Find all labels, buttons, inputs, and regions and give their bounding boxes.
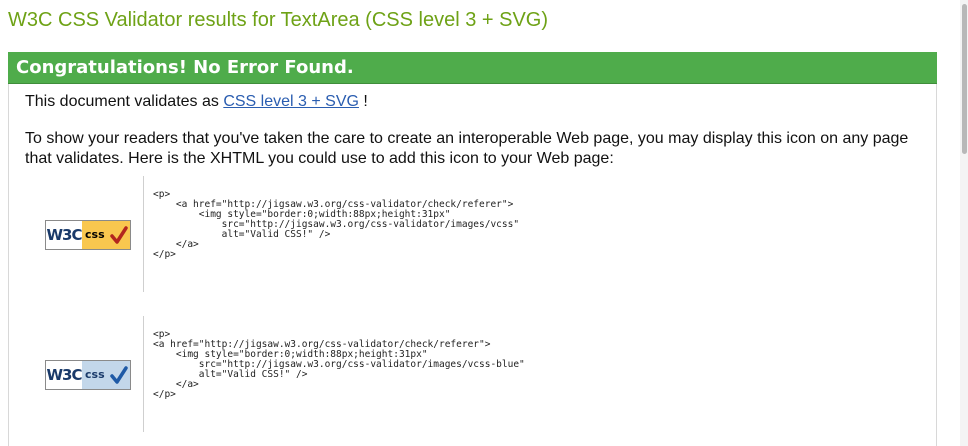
valid-css-badge-gold: W3C css <box>45 220 131 250</box>
css-label-area: css <box>82 221 130 249</box>
validation-suffix: ! <box>358 93 368 110</box>
success-banner: Congratulations! No Error Found. <box>8 52 937 84</box>
checkmark-icon <box>110 366 128 384</box>
checkmark-icon <box>110 226 128 244</box>
icon-instructions: To show your readers that you've taken t… <box>25 130 909 167</box>
valid-css-badge-blue: W3C css <box>45 360 131 390</box>
validator-results-page: W3C CSS Validator results for TextArea (… <box>0 0 968 446</box>
scrollbar-thumb[interactable] <box>962 4 967 154</box>
css-label: css <box>85 228 105 241</box>
page-title: W3C CSS Validator results for TextArea (… <box>8 9 549 31</box>
badge-code-snippet: <p> <a href="http://jigsaw.w3.org/css-va… <box>153 189 520 260</box>
code-divider <box>143 176 144 292</box>
css-label-area: css <box>82 361 130 389</box>
vertical-scrollbar[interactable] <box>960 0 968 446</box>
w3c-logo-text: W3C <box>46 361 83 389</box>
results-content: This document validates as CSS level 3 +… <box>8 84 937 446</box>
badge-block-gold: W3C css <p> <a href="http://jigsaw.w3.or… <box>9 176 569 292</box>
validation-statement: This document validates as CSS level 3 +… <box>25 92 368 112</box>
code-divider <box>143 316 144 432</box>
css-level-link[interactable]: CSS level 3 + SVG <box>223 93 359 110</box>
validation-prefix: This document validates as <box>25 93 224 110</box>
badge-code-snippet: <p> <a href="http://jigsaw.w3.org/css-va… <box>153 329 525 400</box>
w3c-logo-text: W3C <box>46 221 83 249</box>
css-label: css <box>85 368 105 381</box>
badge-block-blue: W3C css <p> <a href="http://jigsaw.w3.or… <box>9 316 569 432</box>
